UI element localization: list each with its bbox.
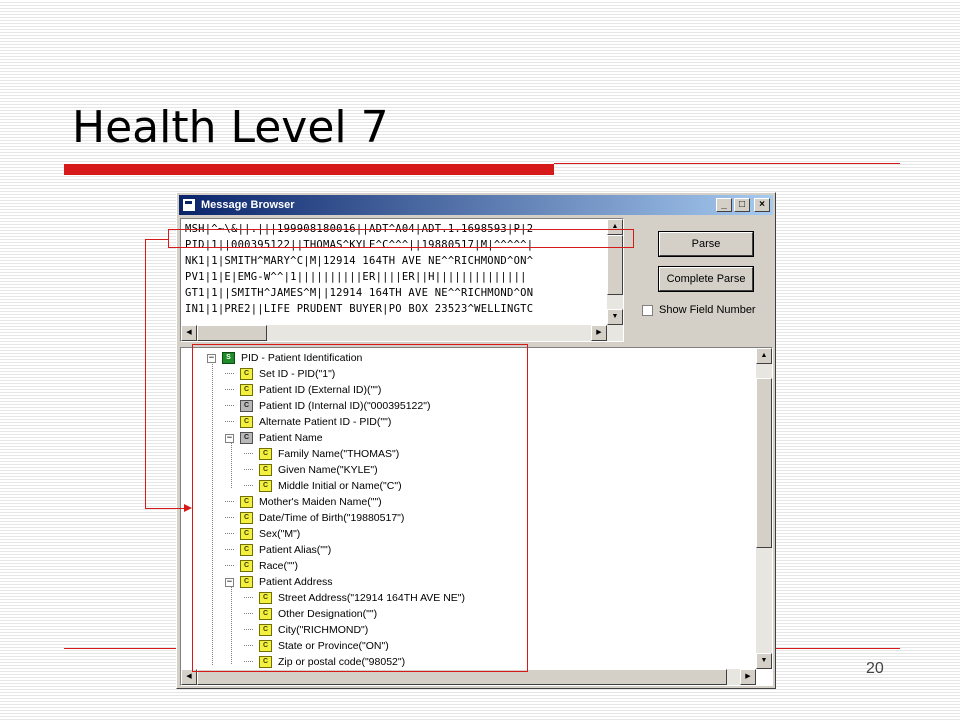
scroll-up-arrow-icon[interactable]: ▲ <box>756 348 772 364</box>
raw-line-pv1: PV1|1|E|EMG-W^^|1||||||||||ER||||ER||H||… <box>185 271 527 283</box>
title-underline-bar <box>64 164 554 175</box>
title-underline-line <box>554 163 900 164</box>
tree-highlight-box <box>192 344 528 672</box>
maximize-button[interactable]: □ <box>734 198 750 212</box>
raw-horizontal-scrollbar[interactable]: ◀ ▶ <box>181 325 607 341</box>
raw-hscroll-thumb[interactable] <box>197 325 267 341</box>
scroll-down-arrow-icon[interactable]: ▼ <box>607 309 623 325</box>
scroll-right-arrow-icon[interactable]: ▶ <box>591 325 607 341</box>
connector-line-bottom <box>145 508 185 509</box>
tree-vertical-scrollbar[interactable]: ▲ ▼ <box>756 348 772 669</box>
scroll-left-arrow-icon[interactable]: ◀ <box>181 325 197 341</box>
window-titlebar[interactable]: Message Browser _ □ × <box>179 195 773 215</box>
connector-line-top <box>145 239 168 240</box>
complete-parse-button[interactable]: Complete Parse <box>658 266 754 292</box>
tree-scroll-thumb[interactable] <box>756 378 772 548</box>
show-field-number-row[interactable]: Show Field Number <box>642 304 756 316</box>
pid-highlight-box <box>168 229 634 248</box>
scroll-down-arrow-icon[interactable]: ▼ <box>756 653 772 669</box>
close-button[interactable]: × <box>754 198 770 212</box>
parse-button[interactable]: Parse <box>658 231 754 257</box>
scroll-right-arrow-icon[interactable]: ▶ <box>740 669 756 685</box>
app-icon <box>182 198 196 212</box>
show-field-number-checkbox[interactable] <box>642 304 653 316</box>
minimize-button[interactable]: _ <box>716 198 732 212</box>
raw-line-gt1: GT1|1||SMITH^JAMES^M||12914 164TH AVE NE… <box>185 287 534 299</box>
connector-line-vertical <box>145 239 146 509</box>
window-title: Message Browser <box>201 199 295 211</box>
connector-arrow-icon <box>184 504 192 512</box>
raw-line-in1: IN1|1|PRE2||LIFE PRUDENT BUYER|PO BOX 23… <box>185 303 534 315</box>
slide-title: Health Level 7 <box>72 102 389 153</box>
show-field-number-label: Show Field Number <box>659 304 756 316</box>
page-number: 20 <box>866 660 884 677</box>
raw-line-nk1: NK1|1|SMITH^MARY^C|M|12914 164TH AVE NE^… <box>185 255 534 267</box>
